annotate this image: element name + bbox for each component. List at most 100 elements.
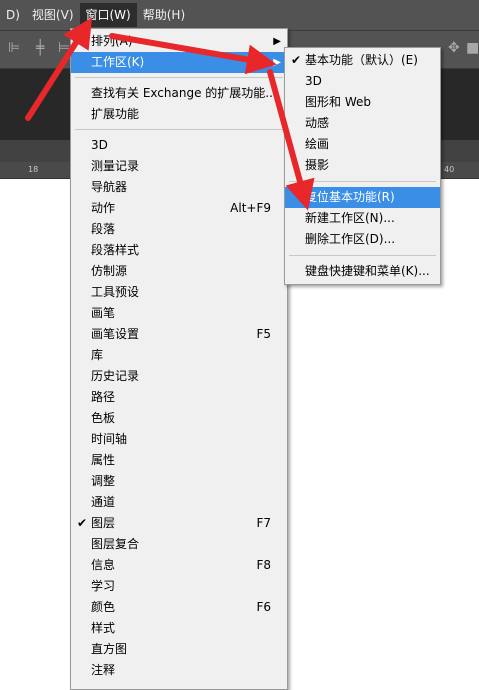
shortcut-label: Alt+F9 <box>230 201 271 215</box>
menu-item-actions[interactable]: 动作 Alt+F9 <box>71 198 287 219</box>
submenu-item-new-workspace[interactable]: 新建工作区(N)... <box>285 208 440 229</box>
menu-item-label: 学习 <box>91 579 116 593</box>
menu-bar: D) 视图(V) 窗口(W) 帮助(H) <box>0 0 479 31</box>
menu-item-label: 历史记录 <box>91 369 140 383</box>
menu-item-channels[interactable]: 通道 <box>71 492 287 513</box>
menu-item-layers[interactable]: ✔ 图层 F7 <box>71 513 287 534</box>
menu-item-find-extensions[interactable]: 查找有关 Exchange 的扩展功能... <box>71 83 287 104</box>
menu-item-label: 查找有关 Exchange 的扩展功能... <box>91 86 277 100</box>
menu-item-label: 键盘快捷键和菜单(K)... <box>305 264 430 278</box>
menu-item-history[interactable]: 历史记录 <box>71 366 287 387</box>
align-left-icon[interactable]: ⊫ <box>8 40 20 56</box>
menu-item-color[interactable]: 颜色 F6 <box>71 597 287 618</box>
menu-item-label: 注释 <box>91 663 116 677</box>
menu-item-histogram[interactable]: 直方图 <box>71 639 287 660</box>
submenu-item-keyboard-shortcuts[interactable]: 键盘快捷键和菜单(K)... <box>285 261 440 282</box>
menu-item-brush-settings[interactable]: 画笔设置 F5 <box>71 324 287 345</box>
menu-item-info[interactable]: 信息 F8 <box>71 555 287 576</box>
menu-help[interactable]: 帮助(H) <box>137 3 191 27</box>
menu-item-timeline[interactable]: 时间轴 <box>71 429 287 450</box>
menu-item-brushes[interactable]: 画笔 <box>71 303 287 324</box>
shortcut-label: F6 <box>256 600 271 614</box>
menu-item-label: 动作 <box>91 201 116 215</box>
menu-item-extensions[interactable]: 扩展功能 <box>71 104 287 125</box>
menu-item-label: 段落 <box>91 222 116 236</box>
shortcut-label: F8 <box>256 558 271 572</box>
menu-item-arrange[interactable]: 排列(A) ▶ <box>71 31 287 52</box>
submenu-item-painting[interactable]: 绘画 <box>285 134 440 155</box>
menu-separator <box>75 77 283 78</box>
menu-item-label: 段落样式 <box>91 243 140 257</box>
menu-item-navigator[interactable]: 导航器 <box>71 177 287 198</box>
video-icon[interactable]: ■ <box>466 40 479 56</box>
workspace-submenu: ✔ 基本功能（默认）(E) 3D 图形和 Web 动感 绘画 摄影 复位基本功能(… <box>284 47 441 285</box>
menu-item-label: 图层 <box>91 516 116 530</box>
menu-item-styles[interactable]: 样式 <box>71 618 287 639</box>
menu-item-measurement-log[interactable]: 测量记录 <box>71 156 287 177</box>
submenu-item-3d[interactable]: 3D <box>285 71 440 92</box>
menu-view[interactable]: 视图(V) <box>26 3 80 27</box>
menu-item-layer-comps[interactable]: 图层复合 <box>71 534 287 555</box>
submenu-item-motion[interactable]: 动感 <box>285 113 440 134</box>
menu-item-swatches[interactable]: 色板 <box>71 408 287 429</box>
menu-item-label: 测量记录 <box>91 159 140 173</box>
menu-item-clone-source[interactable]: 仿制源 <box>71 261 287 282</box>
check-icon: ✔ <box>291 53 302 67</box>
menu-item-paths[interactable]: 路径 <box>71 387 287 408</box>
menu-separator <box>75 129 283 130</box>
menu-item-3d[interactable]: 3D <box>71 135 287 156</box>
menu-item-label: 通道 <box>91 495 116 509</box>
ruler-tick: 18 <box>28 165 39 174</box>
menu-item-workspace[interactable]: 工作区(K) ▶ <box>71 52 287 73</box>
menu-item-label: 直方图 <box>91 642 128 656</box>
menu-item-label: 仿制源 <box>91 264 128 278</box>
menu-item-label: 色板 <box>91 411 116 425</box>
align-center-icon[interactable]: ╪ <box>36 40 44 56</box>
menu-item-label: 排列(A) <box>91 34 133 48</box>
submenu-item-graphic-web[interactable]: 图形和 Web <box>285 92 440 113</box>
check-icon: ✔ <box>77 516 88 530</box>
shortcut-label: F5 <box>256 327 271 341</box>
menu-item-label: 导航器 <box>91 180 128 194</box>
menu-item-notes[interactable]: 注释 <box>71 660 287 681</box>
menu-window[interactable]: 窗口(W) <box>79 3 137 27</box>
move-icon[interactable]: ✥ <box>448 40 460 56</box>
menu-item-label: 属性 <box>91 453 116 467</box>
submenu-arrow-icon: ▶ <box>273 36 281 47</box>
shortcut-label: F7 <box>256 516 271 530</box>
menu-item-label: 绘画 <box>305 137 330 151</box>
align-right-icon[interactable]: ⊨ <box>58 40 70 56</box>
menu-item-tool-presets[interactable]: 工具预设 <box>71 282 287 303</box>
menu-item-label: 颜色 <box>91 600 116 614</box>
submenu-item-reset-essentials[interactable]: 复位基本功能(R) <box>285 187 440 208</box>
menu-item-label: 调整 <box>91 474 116 488</box>
menu-item-learn[interactable]: 学习 <box>71 576 287 597</box>
menu-item-label: 工具预设 <box>91 285 140 299</box>
menu-item-label: 画笔 <box>91 306 116 320</box>
submenu-item-essentials[interactable]: ✔ 基本功能（默认）(E) <box>285 50 440 71</box>
menu-item-label: 复位基本功能(R) <box>305 190 395 204</box>
menu-item-properties[interactable]: 属性 <box>71 450 287 471</box>
submenu-item-delete-workspace[interactable]: 删除工作区(D)... <box>285 229 440 250</box>
menu-item-paragraph[interactable]: 段落 <box>71 219 287 240</box>
menu-item-label: 图形和 Web <box>305 95 371 109</box>
submenu-arrow-icon: ▶ <box>273 57 281 68</box>
menu-item-label: 工作区(K) <box>91 55 145 69</box>
menu-edit-partial[interactable]: D) <box>0 3 26 27</box>
menu-item-label: 图层复合 <box>91 537 140 551</box>
submenu-item-photography[interactable]: 摄影 <box>285 155 440 176</box>
menu-item-label: 基本功能（默认）(E) <box>305 53 418 67</box>
menu-item-adjustments[interactable]: 调整 <box>71 471 287 492</box>
menu-item-label: 3D <box>305 74 322 88</box>
menu-item-label: 样式 <box>91 621 116 635</box>
window-menu: 排列(A) ▶ 工作区(K) ▶ 查找有关 Exchange 的扩展功能... … <box>70 28 288 690</box>
menu-item-label: 扩展功能 <box>91 107 140 121</box>
menu-item-label: 路径 <box>91 390 116 404</box>
menu-item-label: 3D <box>91 138 108 152</box>
menu-item-label: 画笔设置 <box>91 327 140 341</box>
menu-item-paragraph-styles[interactable]: 段落样式 <box>71 240 287 261</box>
menu-item-label: 摄影 <box>305 158 330 172</box>
menu-item-label: 库 <box>91 348 104 362</box>
menu-item-libraries[interactable]: 库 <box>71 345 287 366</box>
menu-item-label: 新建工作区(N)... <box>305 211 395 225</box>
